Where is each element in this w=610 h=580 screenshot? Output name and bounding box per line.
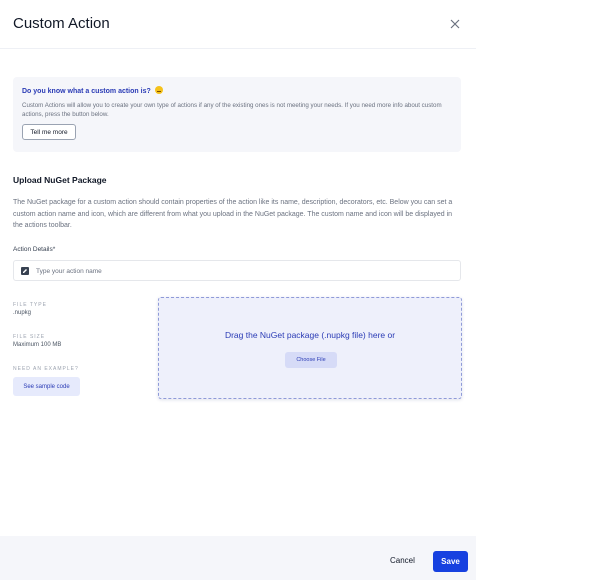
page-title: Custom Action bbox=[13, 15, 110, 32]
edit-icon bbox=[21, 267, 29, 275]
upload-description: The NuGet package for a custom action sh… bbox=[13, 199, 453, 229]
tell-me-more-button[interactable]: Tell me more bbox=[22, 124, 76, 140]
close-icon[interactable] bbox=[448, 17, 462, 31]
action-details-label: Action Details* bbox=[13, 246, 56, 253]
file-type-value: .nupkg bbox=[13, 310, 32, 316]
file-type-label: FILE TYPE bbox=[13, 302, 47, 308]
action-name-input[interactable] bbox=[34, 261, 458, 282]
info-question: Do you know what a custom action is? bbox=[22, 86, 163, 95]
action-name-field[interactable] bbox=[13, 260, 461, 282]
custom-action-panel: Custom Action Do you know what a custom … bbox=[0, 0, 476, 580]
upload-heading: Upload NuGet Package bbox=[13, 175, 107, 185]
see-sample-code-button[interactable]: See sample code bbox=[13, 377, 80, 396]
cancel-button[interactable]: Cancel bbox=[390, 556, 415, 565]
file-size-value: Maximum 100 MB bbox=[13, 342, 62, 348]
info-text: Custom Actions will allow you to create … bbox=[22, 102, 442, 118]
info-box: Do you know what a custom action is? Cus… bbox=[13, 77, 461, 152]
panel-footer: Cancel Save bbox=[0, 536, 476, 580]
choose-file-button[interactable]: Choose File bbox=[285, 352, 337, 368]
file-dropzone[interactable]: Drag the NuGet package (.nupkg file) her… bbox=[158, 297, 462, 399]
save-button[interactable]: Save bbox=[433, 551, 468, 572]
panel-header: Custom Action bbox=[0, 0, 476, 49]
thinking-emoji-icon bbox=[154, 86, 163, 94]
example-label: NEED AN EXAMPLE? bbox=[13, 366, 79, 372]
dropzone-text: Drag the NuGet package (.nupkg file) her… bbox=[224, 330, 396, 340]
file-size-label: FILE SIZE bbox=[13, 334, 46, 340]
